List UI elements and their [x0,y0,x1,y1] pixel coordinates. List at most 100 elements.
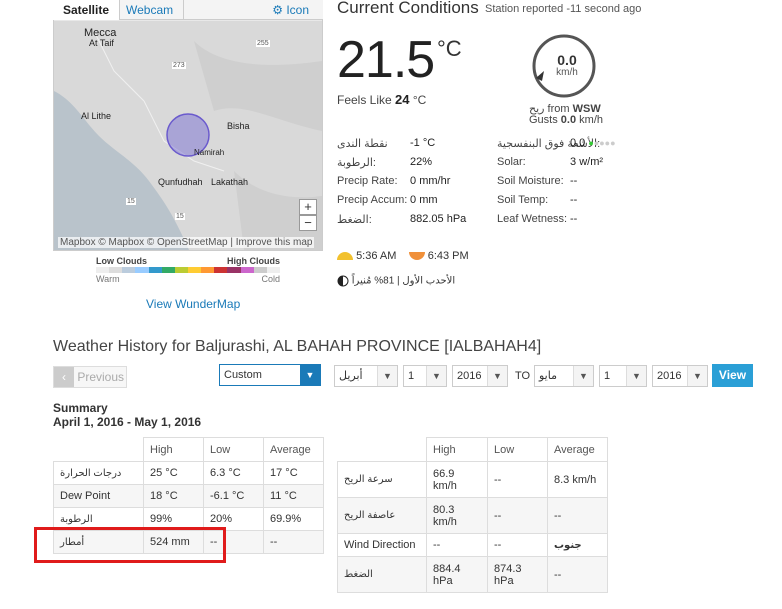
view-wundermap-link[interactable]: View WunderMap [146,297,240,311]
history-title: Weather History for Baljurashi, AL BAHAH… [53,338,542,355]
table-header-high: High [426,437,488,462]
table-row: سرعة الريح 66.9 km/h -- 8.3 km/h [337,461,608,498]
current-conditions-title: Current Conditions [337,0,479,17]
table-cell-label: سرعة الريح [337,461,427,498]
table-cell: جنوب [547,533,608,557]
temperature-unit: °C [437,36,462,61]
table-cell: 17 °C [263,461,324,485]
table-cell-label: Dew Point [53,484,144,508]
to-month-select[interactable]: مايو ▼ [534,365,594,387]
summary-table-right: High Low Average سرعة الريح 66.9 km/h --… [337,437,608,593]
table-cell: 66.9 km/h [426,461,488,498]
map-place-bisha: Bisha [227,121,250,131]
map-attribution[interactable]: Mapbox © Mapbox © OpenStreetMap | Improv… [58,237,315,248]
history-mode-select[interactable]: Custom ▼ [219,364,321,386]
solar-number: 3 [570,156,577,168]
humidity-value: 22% [410,156,433,168]
solar-unit: w/m² [579,156,604,168]
tab-satellite[interactable]: Satellite [53,0,121,20]
soil-temp-value: -- [570,194,578,206]
table-cell: -- [487,461,548,498]
dew-point-number: -1 [410,137,420,149]
to-label: TO [515,370,531,382]
from-year-select[interactable]: 2016 ▼ [452,365,508,387]
to-month-value: مايو [539,370,557,382]
previous-label: Previous [77,370,125,384]
map-place-lakathah: Lakathah [211,177,249,187]
gusts-value: 0.0 [560,114,577,126]
table-header-high: High [143,437,204,462]
previous-button[interactable]: ‹ Previous [53,366,127,388]
station-reported-text: Station reported -11 second ago [485,3,642,15]
table-row: درجات الحرارة 25 °C 6.3 °C 17 °C [53,461,324,485]
to-day-value: 1 [604,370,611,382]
from-day-select[interactable]: 1 ▼ [403,365,447,387]
chevron-down-icon: ▼ [377,366,397,386]
chevron-down-icon: ▼ [626,366,646,386]
table-cell: 80.3 km/h [426,497,488,534]
table-cell-label: عاصفة الريح [337,497,427,534]
chevron-down-icon: ▼ [687,366,707,386]
summary-date-range: April 1, 2016 - May 1, 2016 [53,415,202,429]
table-cell: 8.3 km/h [547,461,608,498]
sunset-time: 6:43 PM [427,250,469,262]
moon-phase-icon [337,275,349,287]
zoom-out-button[interactable]: − [299,215,317,231]
chevron-down-icon: ▼ [573,366,593,386]
icon-view-link[interactable]: ⚙ Icon [262,0,319,20]
pressure-value: 882.05 hPa [410,213,466,225]
feels-like: Feels Like 24 °C [337,92,426,107]
dew-point-label: نقطة الندى [337,138,388,150]
feels-like-label: Feels Like [337,93,392,107]
feels-like-value: 24 [395,92,410,107]
road-marker: 15 [175,213,185,220]
to-year-select[interactable]: 2016 ▼ [652,365,708,387]
leaf-wetness-value: -- [570,213,578,225]
table-header-low: Low [203,437,264,462]
dew-point-unit: °C [422,137,436,149]
low-clouds-label: Low Clouds [96,256,147,266]
table-row: عاصفة الريح 80.3 km/h -- -- [337,497,608,534]
feels-like-unit: °C [412,93,427,107]
road-marker: 255 [256,40,270,47]
road-marker: 273 [172,62,186,69]
tab-webcam[interactable]: Webcam [116,0,185,20]
moon-phase: الأحدب الأول | 81% مُنيراً [337,275,455,287]
map-canvas[interactable] [54,21,322,250]
table-cell: -- [547,497,608,534]
chevron-down-icon: ▼ [426,366,446,386]
moon-phase-text: الأحدب الأول | 81% مُنيراً [351,275,456,287]
gear-icon: ⚙ [272,3,283,17]
table-cell: 6.3 °C [203,461,264,485]
view-button[interactable]: View [712,364,753,387]
precip-accum-number: 0 [410,194,417,206]
table-row: Dew Point 18 °C -6.1 °C 11 °C [53,484,324,508]
precip-rate-unit: mm/hr [419,175,451,187]
chevron-left-icon: ‹ [54,367,74,387]
wind-speed-unit: km/h [556,67,578,78]
table-row: الضغط 884.4 hPa 874.3 hPa -- [337,556,608,593]
map-place-at-taif: At Taif [89,38,114,48]
table-header-blank [54,438,144,462]
precip-rate-value: 0 mm/hr [410,175,450,187]
table-cell: 25 °C [143,461,204,485]
gusts-unit: km/h [579,114,603,126]
sun-times: 5:36 AM 6:43 PM [337,250,469,262]
to-year-value: 2016 [657,370,682,382]
table-cell: 69.9% [263,507,324,531]
sunrise-icon [337,252,353,261]
solar-value: 3 w/m² [570,156,603,168]
from-month-select[interactable]: أبريل ▼ [334,365,398,387]
map-place-al-lithe: Al Lithe [81,111,112,121]
pressure-label: الضغط: [337,214,372,226]
road-marker: 15 [126,198,136,205]
to-day-select[interactable]: 1 ▼ [599,365,647,387]
uv-number: 0.0 [570,137,586,149]
sunset-icon [408,252,425,261]
table-cell: -- [263,530,324,554]
chevron-down-icon: ▼ [300,365,320,385]
precip-accum-unit: mm [419,194,438,206]
cold-label: Cold [261,274,280,284]
zoom-in-button[interactable]: + [299,199,317,215]
soil-moisture-value: -- [570,175,578,187]
